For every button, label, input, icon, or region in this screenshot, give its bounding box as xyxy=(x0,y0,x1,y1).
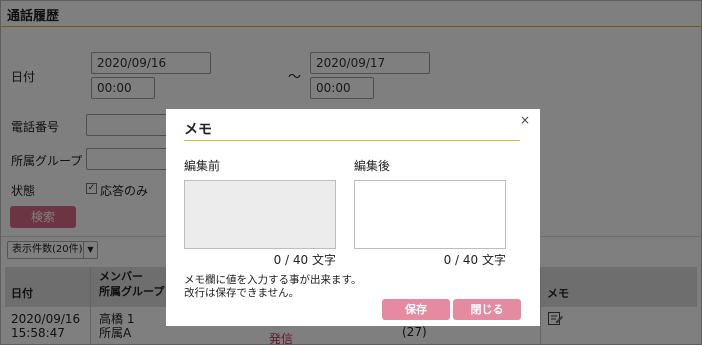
dialog-title: メモ xyxy=(184,122,212,138)
dialog-note-line: 改行は保存できません。 xyxy=(184,287,300,299)
close-icon[interactable]: × xyxy=(520,113,530,127)
before-edit-label: 編集前 xyxy=(184,159,221,173)
dialog-note-line: メモ欄に値を入力する事が出来ます。 xyxy=(184,274,362,286)
before-edit-textarea xyxy=(184,180,336,249)
dialog-note: メモ欄に値を入力する事が出来ます。 改行は保存できません。 xyxy=(184,274,361,300)
after-edit-textarea[interactable] xyxy=(354,180,506,249)
memo-dialog: メモ × 編集前 0 / 40 文字 編集後 0 / 40 文字 メモ欄に値を入… xyxy=(166,109,540,326)
close-button[interactable]: 閉じる xyxy=(453,299,521,320)
after-edit-char-count: 0 / 40 文字 xyxy=(443,253,506,267)
after-edit-label: 編集後 xyxy=(354,159,391,173)
before-edit-char-count: 0 / 40 文字 xyxy=(273,253,336,267)
dialog-divider xyxy=(184,140,520,141)
save-button[interactable]: 保存 xyxy=(382,299,450,320)
